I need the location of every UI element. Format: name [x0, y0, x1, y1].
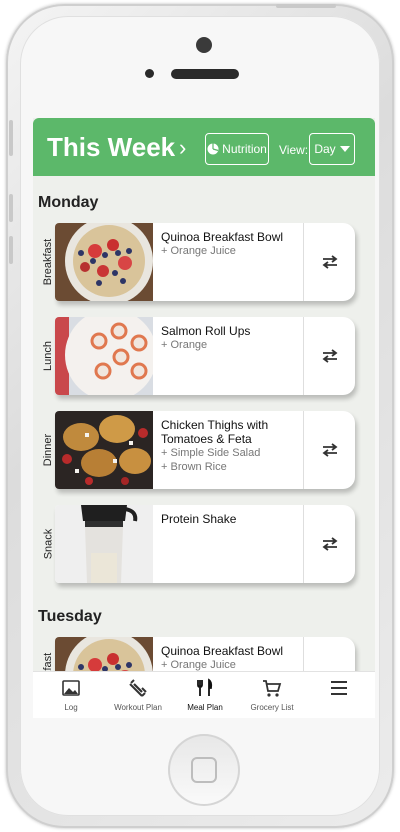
- meal-side: + Orange Juice: [161, 659, 236, 671]
- earpiece-speaker: [171, 69, 239, 79]
- meal-name: Quinoa Breakfast Bowl: [161, 644, 284, 658]
- breakfast-bowl-image: [55, 223, 153, 301]
- view-label: View:: [279, 143, 309, 157]
- meal-side: + Orange Juice: [161, 245, 236, 257]
- meal-type-label: Breakfast: [42, 238, 54, 286]
- volume-up-button: [9, 194, 13, 222]
- swap-arrows-icon: [322, 349, 338, 363]
- meal-side: + Simple Side Salad: [161, 447, 261, 459]
- meal-name: Chicken Thighs with Tomatoes & Feta: [161, 418, 269, 446]
- swap-arrows-icon: [322, 443, 338, 457]
- dumbbell-icon: [129, 679, 147, 697]
- tab-meal-plan[interactable]: Meal Plan: [171, 672, 239, 718]
- nutrition-button[interactable]: Nutrition: [205, 133, 269, 165]
- bottom-tab-bar: Log Workout Plan Meal Plan Grocery List: [33, 671, 375, 718]
- volume-down-button: [9, 236, 13, 264]
- header-bar: This Week › Nutrition View: Day: [33, 118, 375, 176]
- tab-log[interactable]: Log: [37, 672, 105, 718]
- fork-knife-icon: [197, 678, 213, 696]
- front-camera: [196, 37, 212, 53]
- meal-type-label: Snack: [42, 528, 55, 560]
- salmon-roll-ups-image: [55, 317, 153, 395]
- proximity-sensor: [145, 69, 154, 78]
- pie-chart-icon: [207, 143, 219, 155]
- swap-meal-button[interactable]: [303, 505, 355, 583]
- meal-side: + Brown Rice: [161, 461, 227, 473]
- swap-meal-button[interactable]: [303, 411, 355, 489]
- menu-icon: [331, 681, 347, 695]
- tab-menu[interactable]: [305, 672, 373, 718]
- tab-label: Log: [64, 703, 78, 712]
- tab-workout-plan[interactable]: Workout Plan: [104, 672, 172, 718]
- meal-name: Protein Shake: [161, 512, 237, 526]
- swap-meal-button[interactable]: [303, 317, 355, 395]
- day-title: Tuesday: [38, 608, 102, 625]
- chevron-right-icon[interactable]: ›: [179, 135, 186, 161]
- protein-shaker-image: [55, 505, 153, 583]
- meal-name: Quinoa Breakfast Bowl: [161, 230, 284, 244]
- power-button: [276, 4, 336, 8]
- swap-arrows-icon: [322, 255, 338, 269]
- tab-label: Workout Plan: [114, 703, 162, 712]
- tab-label: Grocery List: [250, 703, 294, 712]
- day-title: Monday: [38, 194, 99, 211]
- meal-card-snack[interactable]: Protein Shake: [55, 505, 355, 583]
- mute-switch: [9, 120, 13, 156]
- swap-meal-button[interactable]: [303, 223, 355, 301]
- chicken-thighs-image: [55, 411, 153, 489]
- page-title[interactable]: This Week: [47, 132, 175, 163]
- image-icon: [62, 680, 80, 696]
- home-button[interactable]: [168, 734, 240, 806]
- view-select[interactable]: Day: [309, 133, 355, 165]
- meal-type-label: Dinner: [42, 433, 54, 467]
- caret-down-icon: [339, 146, 350, 152]
- meal-card-dinner[interactable]: Chicken Thighs with Tomatoes & Feta + Si…: [55, 411, 355, 489]
- view-value: Day: [314, 142, 336, 156]
- tab-label: Meal Plan: [187, 703, 223, 712]
- app-screen: This Week › Nutrition View: Day Monday B…: [33, 118, 375, 718]
- swap-arrows-icon: [322, 537, 338, 551]
- cart-icon: [263, 680, 282, 697]
- meal-card-breakfast[interactable]: Quinoa Breakfast Bowl + Orange Juice: [55, 223, 355, 301]
- meal-side: + Orange: [161, 339, 208, 351]
- meal-name: Salmon Roll Ups: [161, 324, 251, 338]
- meal-type-label: Lunch: [42, 341, 55, 371]
- tab-grocery-list[interactable]: Grocery List: [238, 672, 306, 718]
- meal-card-lunch[interactable]: Salmon Roll Ups + Orange: [55, 317, 355, 395]
- nutrition-label: Nutrition: [222, 142, 267, 156]
